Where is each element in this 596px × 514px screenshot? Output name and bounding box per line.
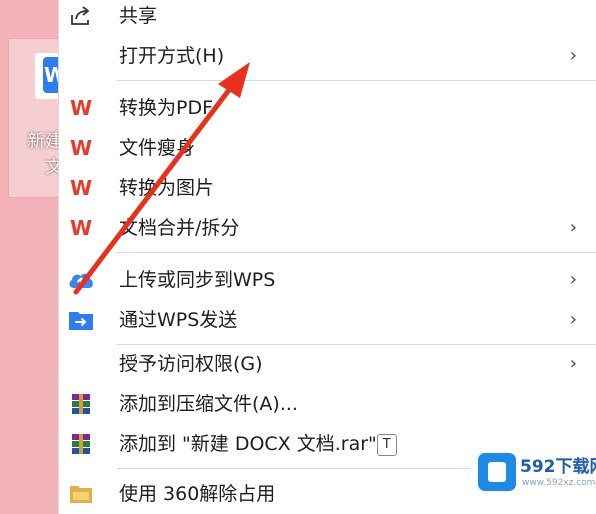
menu-divider xyxy=(117,80,596,81)
menu-divider xyxy=(117,252,596,253)
menu-item-add-archive[interactable]: 添加到压缩文件(A)... xyxy=(59,384,596,424)
menu-item-send-wps[interactable]: 通过WPS发送 › xyxy=(59,300,596,340)
menu-item-label: 上传或同步到WPS xyxy=(119,269,276,291)
chevron-right-icon: › xyxy=(569,309,577,330)
menu-item-grant-access[interactable]: 授予访问权限(G) › xyxy=(59,344,596,384)
wps-icon: W xyxy=(69,176,93,200)
menu-item-upload-wps[interactable]: 上传或同步到WPS › xyxy=(59,260,596,300)
menu-item-label: 通过WPS发送 xyxy=(119,309,238,331)
winrar-icon xyxy=(67,431,95,457)
menu-item-label: 添加到压缩文件(A)... xyxy=(119,393,298,415)
cloud-upload-icon xyxy=(67,267,95,293)
wps-icon: W xyxy=(69,96,93,120)
menu-item-merge-split[interactable]: W 文档合并/拆分 › xyxy=(59,208,596,248)
desktop-file-icon[interactable]: W 新建 文 xyxy=(8,38,67,198)
chevron-right-icon: › xyxy=(569,269,577,290)
share-icon xyxy=(67,3,95,29)
menu-item-open-with[interactable]: 打开方式(H) › xyxy=(59,36,596,76)
site-logo-icon xyxy=(478,453,516,491)
wps-icon: W xyxy=(69,136,93,160)
winrar-icon xyxy=(67,391,95,417)
context-menu: 共享 打开方式(H) › W 转换为PDF W 文件瘦身 W 转换为图片 W 文… xyxy=(58,0,596,514)
wps-icon: W xyxy=(69,216,93,240)
menu-item-label: 打开方式(H) xyxy=(119,45,225,67)
chevron-right-icon: › xyxy=(569,353,577,374)
menu-item-label: 使用 360解除占用 xyxy=(119,483,276,505)
menu-item-label: 共享 xyxy=(119,5,158,27)
menu-item-convert-pdf[interactable]: W 转换为PDF xyxy=(59,88,596,128)
desktop-file-name: 新建 文 xyxy=(27,131,63,178)
folder-icon xyxy=(67,481,95,507)
menu-item-label: 文件瘦身 xyxy=(119,137,196,159)
menu-item-file-slim[interactable]: W 文件瘦身 xyxy=(59,128,596,168)
chevron-right-icon: › xyxy=(569,217,577,238)
chevron-right-icon: › xyxy=(569,45,577,66)
menu-item-label: 转换为图片 xyxy=(119,177,215,199)
menu-item-label: 转换为PDF xyxy=(119,97,214,119)
menu-item-label: 文档合并/拆分 xyxy=(119,217,240,239)
site-watermark: 592下载网 www.592xz.com xyxy=(470,448,596,500)
menu-item-label: 授予访问权限(G) xyxy=(119,353,263,375)
send-icon xyxy=(67,307,95,333)
menu-item-share[interactable]: 共享 xyxy=(59,0,596,36)
menu-item-convert-image[interactable]: W 转换为图片 xyxy=(59,168,596,208)
shortcut-key: T xyxy=(376,433,397,456)
menu-item-label: 添加到 "新建 DOCX 文档.rar" T xyxy=(119,424,397,464)
